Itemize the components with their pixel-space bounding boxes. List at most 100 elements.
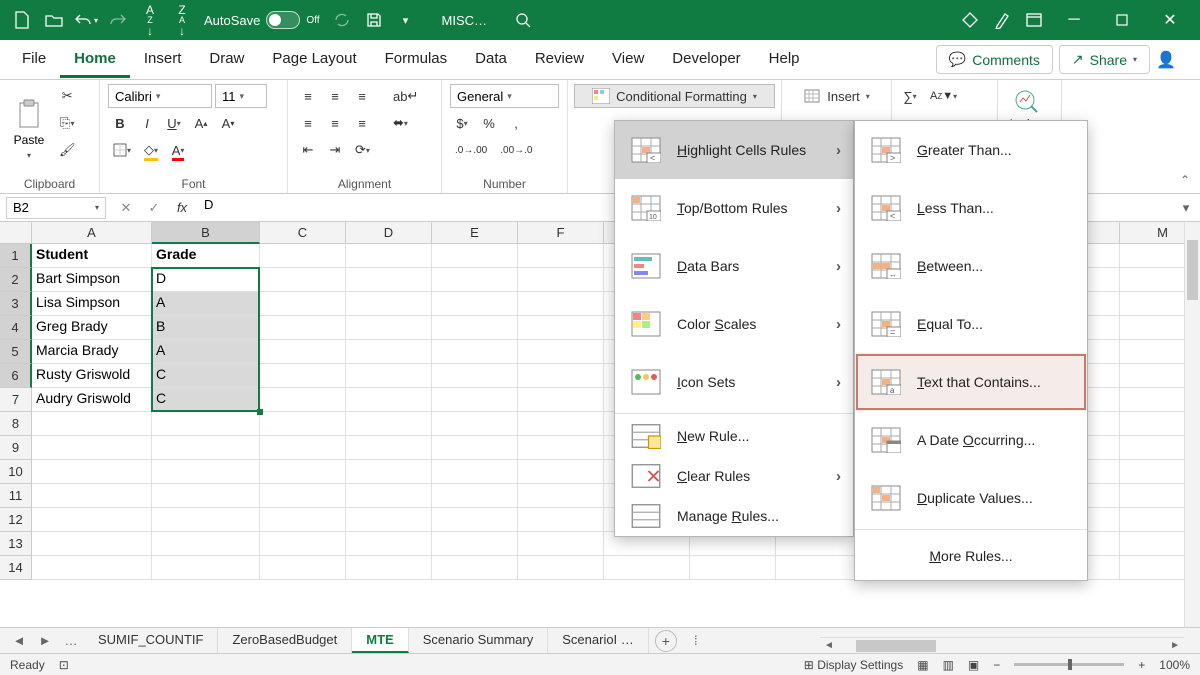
sheet-tab[interactable]: SUMIF_COUNTIF — [84, 628, 218, 653]
cell[interactable] — [346, 388, 432, 412]
decrease-decimal-button[interactable]: .00→.0 — [495, 138, 537, 162]
maximize-button[interactable] — [1098, 0, 1146, 40]
cell[interactable] — [260, 316, 346, 340]
enter-formula-button[interactable]: ✓ — [140, 197, 168, 219]
cell[interactable]: Greg Brady — [32, 316, 152, 340]
tab-file[interactable]: File — [8, 42, 60, 78]
sync-icon[interactable] — [326, 4, 358, 36]
sheet-nav-next[interactable]: ► — [32, 633, 58, 648]
cell[interactable] — [518, 340, 604, 364]
cell[interactable] — [518, 436, 604, 460]
menu-highlight-cells-rules[interactable]: < Highlight Cells Rules › — [615, 121, 853, 179]
save-icon[interactable] — [358, 4, 390, 36]
cell[interactable] — [152, 556, 260, 580]
cell[interactable] — [518, 292, 604, 316]
sort-asc-icon[interactable]: AZ↓ — [134, 4, 166, 36]
cell[interactable] — [260, 556, 346, 580]
menu-data-bars[interactable]: Data Bars › — [615, 237, 853, 295]
currency-button[interactable]: $▾ — [450, 111, 474, 135]
row-header[interactable]: 2 — [0, 268, 32, 292]
cell[interactable] — [776, 556, 862, 580]
zoom-out-button[interactable]: − — [993, 658, 1000, 672]
cell[interactable] — [518, 556, 604, 580]
align-right-button[interactable]: ≡ — [350, 111, 374, 135]
align-top-button[interactable]: ≡ — [296, 84, 320, 108]
row-header[interactable]: 7 — [0, 388, 32, 412]
sheet-nav-more[interactable]: … — [58, 633, 84, 648]
brush-icon[interactable] — [986, 4, 1018, 36]
diamond-icon[interactable] — [954, 4, 986, 36]
row-header[interactable]: 5 — [0, 340, 32, 364]
cell[interactable] — [260, 508, 346, 532]
sheet-tab[interactable]: ZeroBasedBudget — [218, 628, 352, 653]
cell[interactable]: Student — [32, 244, 152, 268]
menu-manage-rules[interactable]: Manage Rules... — [615, 496, 853, 536]
orientation-button[interactable]: ⟳▾ — [350, 138, 375, 162]
cell[interactable] — [518, 388, 604, 412]
align-center-button[interactable]: ≡ — [323, 111, 347, 135]
cell[interactable]: Audry Griswold — [32, 388, 152, 412]
row-header[interactable]: 12 — [0, 508, 32, 532]
cell[interactable] — [346, 556, 432, 580]
autosum-button[interactable]: ∑▾ — [898, 84, 922, 108]
tab-page-layout[interactable]: Page Layout — [258, 42, 370, 78]
number-format-combo[interactable]: General▾ — [450, 84, 559, 108]
cell[interactable]: Lisa Simpson — [32, 292, 152, 316]
menu-top-bottom-rules[interactable]: 10 Top/Bottom Rules › — [615, 179, 853, 237]
row-header[interactable]: 3 — [0, 292, 32, 316]
vertical-scrollbar[interactable] — [1184, 222, 1200, 627]
cell[interactable] — [152, 484, 260, 508]
cell[interactable]: B — [152, 316, 260, 340]
display-settings-button[interactable]: ⊞ Display Settings — [804, 658, 903, 672]
cell[interactable] — [518, 412, 604, 436]
cell[interactable]: Marcia Brady — [32, 340, 152, 364]
cell[interactable]: D — [152, 268, 260, 292]
insert-cells-button[interactable]: Insert▾ — [788, 84, 885, 108]
cell[interactable] — [346, 364, 432, 388]
cell[interactable] — [152, 460, 260, 484]
cell[interactable] — [432, 364, 518, 388]
menu-more-rules[interactable]: More Rules... — [855, 532, 1087, 580]
format-painter-button[interactable]: 🖌 — [54, 138, 81, 162]
zoom-slider[interactable] — [1014, 663, 1124, 666]
cell[interactable] — [518, 484, 604, 508]
copy-button[interactable]: ⎘▾ — [54, 111, 81, 135]
menu-color-scales[interactable]: Color Scales › — [615, 295, 853, 353]
row-header[interactable]: 6 — [0, 364, 32, 388]
open-icon[interactable] — [38, 4, 70, 36]
cell[interactable]: Grade — [152, 244, 260, 268]
italic-button[interactable]: I — [135, 111, 159, 135]
menu-less-than[interactable]: < Less Than... — [855, 179, 1087, 237]
col-header[interactable]: B — [152, 222, 260, 244]
decrease-font-button[interactable]: A▾ — [216, 111, 240, 135]
cell[interactable] — [260, 364, 346, 388]
cell[interactable] — [432, 316, 518, 340]
menu-clear-rules[interactable]: Clear Rules › — [615, 456, 853, 496]
cell[interactable] — [432, 556, 518, 580]
row-header[interactable]: 10 — [0, 460, 32, 484]
share-button[interactable]: ↗Share▾ — [1059, 45, 1150, 74]
cell[interactable] — [346, 532, 432, 556]
menu-between[interactable]: ↔ Between... — [855, 237, 1087, 295]
new-file-icon[interactable] — [6, 4, 38, 36]
font-color-button[interactable]: A▾ — [166, 138, 190, 162]
zoom-in-button[interactable]: + — [1138, 658, 1145, 672]
cell[interactable] — [432, 532, 518, 556]
cell[interactable] — [152, 508, 260, 532]
increase-font-button[interactable]: A▴ — [189, 111, 213, 135]
cell[interactable] — [346, 316, 432, 340]
cell[interactable] — [260, 388, 346, 412]
cell[interactable] — [346, 460, 432, 484]
cell[interactable] — [260, 484, 346, 508]
cell[interactable] — [690, 556, 776, 580]
cell[interactable] — [432, 460, 518, 484]
menu-date-occurring[interactable]: A Date Occurring... — [855, 411, 1087, 469]
cell[interactable] — [32, 412, 152, 436]
close-button[interactable]: ✕ — [1146, 0, 1194, 40]
cell[interactable] — [32, 436, 152, 460]
zoom-level[interactable]: 100% — [1159, 658, 1190, 672]
cell[interactable] — [604, 556, 690, 580]
cell[interactable] — [152, 436, 260, 460]
redo-icon[interactable] — [102, 4, 134, 36]
cell[interactable] — [260, 268, 346, 292]
